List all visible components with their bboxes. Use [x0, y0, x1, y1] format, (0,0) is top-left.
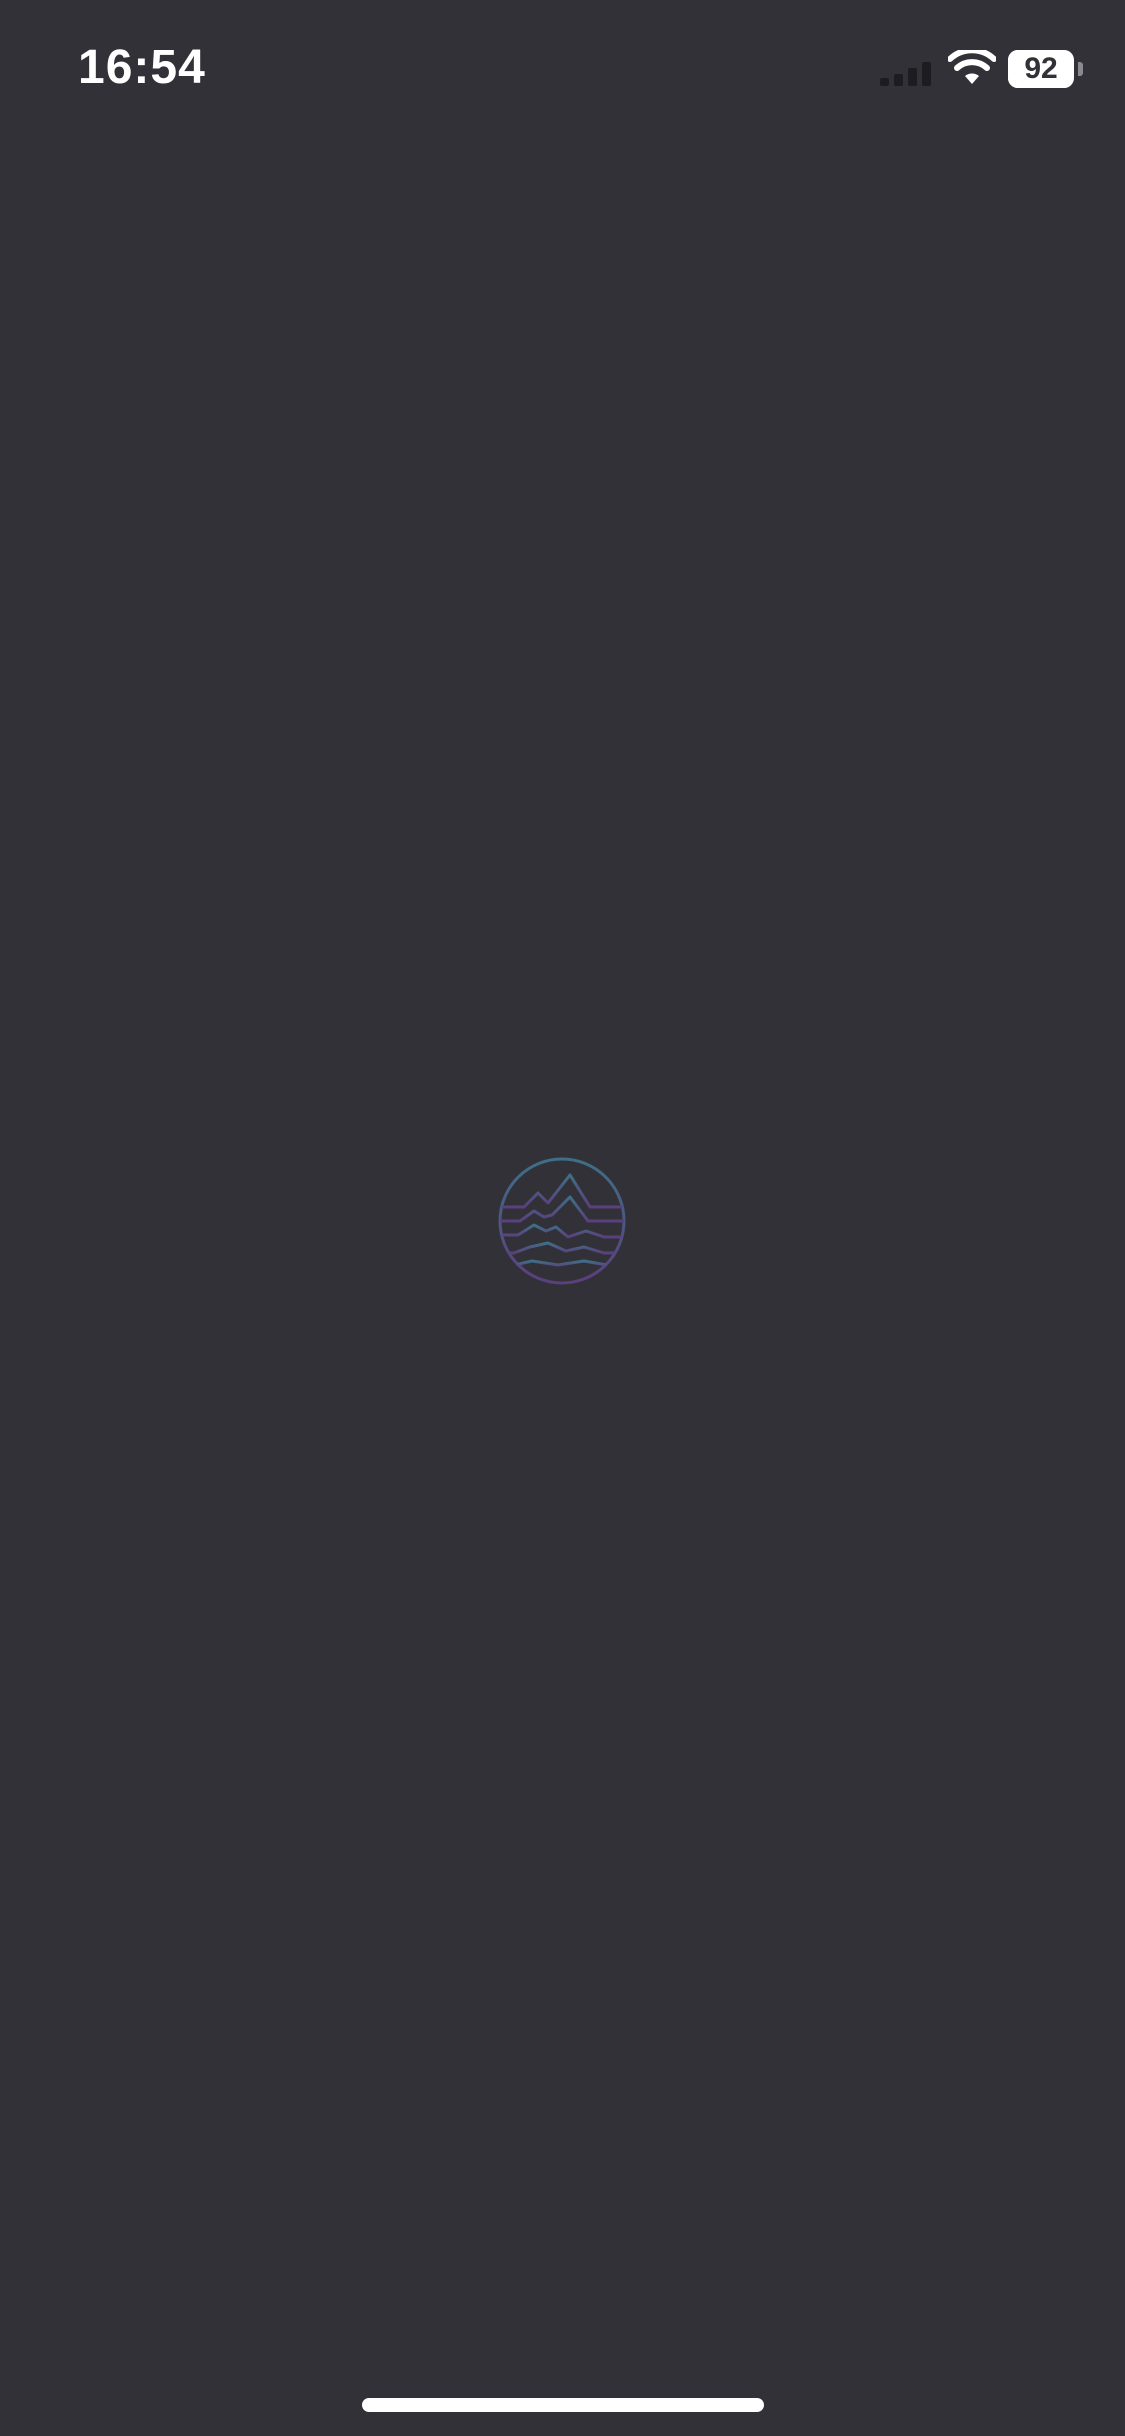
cellular-signal-icon — [880, 62, 931, 86]
battery-percent: 92 — [1024, 52, 1058, 85]
wifi-icon — [948, 50, 996, 84]
battery-icon: 92 — [1008, 50, 1084, 88]
splash-screen: 16:54 92 — [0, 0, 1125, 2436]
status-bar: 16:54 92 — [0, 0, 1125, 140]
battery-body: 92 — [1008, 50, 1074, 88]
status-time: 16:54 — [78, 41, 206, 94]
home-indicator[interactable] — [362, 2398, 764, 2412]
mountain-waves-logo-icon — [498, 1157, 626, 1285]
battery-cap — [1078, 62, 1083, 76]
